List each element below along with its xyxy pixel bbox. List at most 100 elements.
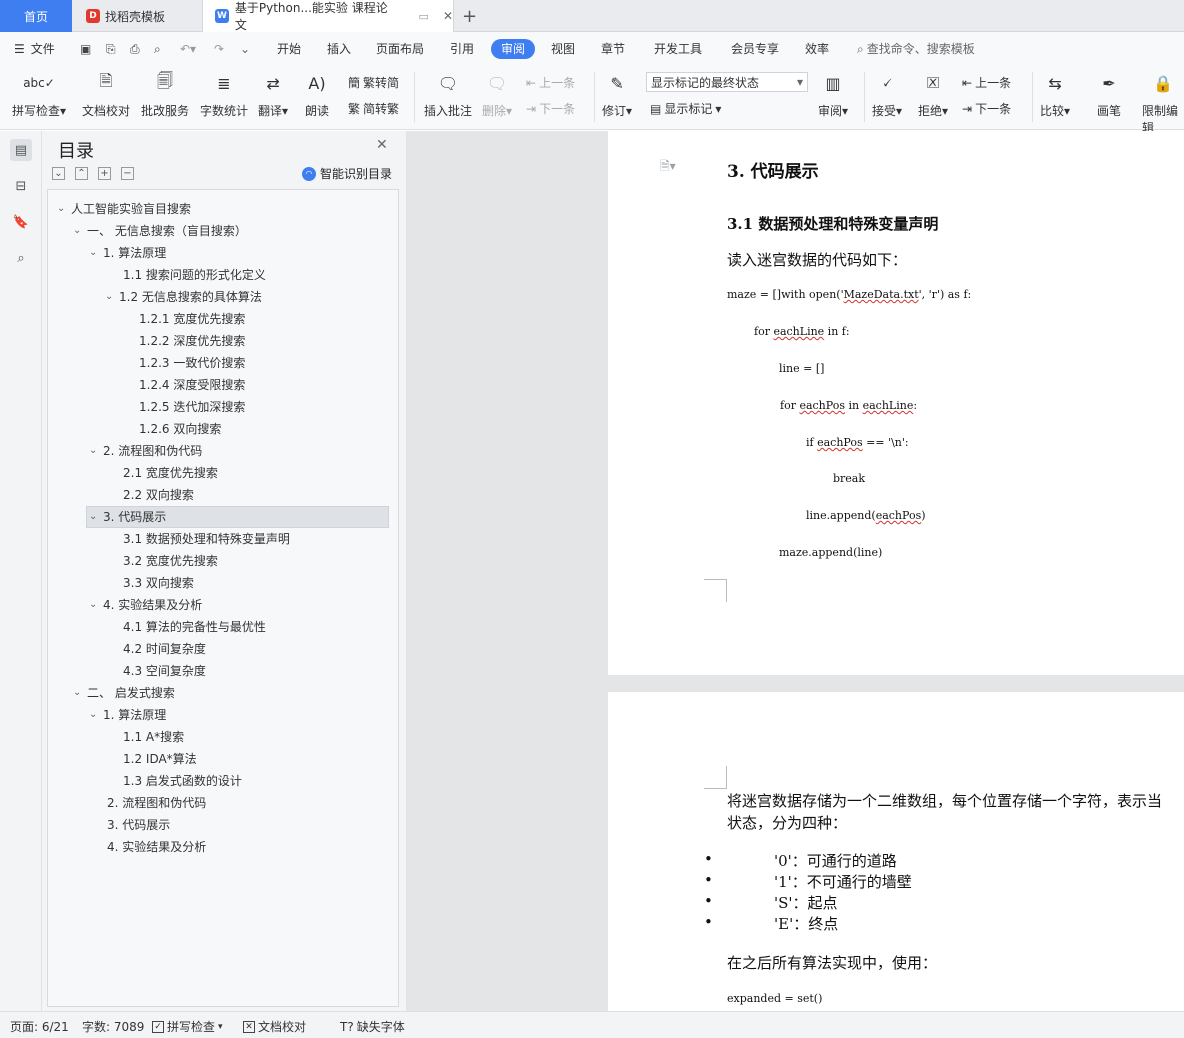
delete-comment-button[interactable]: 🗨 删除▾ [482, 70, 512, 119]
toc-item[interactable]: 4.1 算法的完备性与最优性 [123, 617, 266, 637]
menu-start[interactable]: 开始 [277, 39, 301, 59]
show-markup-button[interactable]: ▤ 显示标记 ▾ [650, 100, 721, 117]
toc-item[interactable]: 1.1 A*搜索 [123, 727, 184, 747]
menu-review[interactable]: 审阅 [491, 39, 536, 59]
toc-item[interactable]: 2.1 宽度优先搜索 [123, 463, 218, 483]
menu-chapter[interactable]: 章节 [601, 39, 625, 59]
tab-template[interactable]: D 找稻壳模板 [74, 0, 200, 32]
close-tab-icon[interactable]: ✕ [443, 9, 453, 23]
menu-efficiency[interactable]: 效率 [805, 39, 829, 59]
save-icon[interactable]: ▣ [80, 39, 91, 59]
file-menu[interactable]: ☰ 文件 [14, 39, 55, 59]
toc-item[interactable]: ⌄ 1. 算法原理 [89, 243, 166, 263]
code-line: line.append(eachPos) [806, 509, 926, 522]
read-aloud-button[interactable]: A) 朗读 [304, 70, 330, 119]
bookmark-icon[interactable]: 🔖 [10, 211, 32, 233]
pen-button[interactable]: ✒ 画笔 [1096, 70, 1122, 119]
toc-item[interactable]: 1.2.3 一致代价搜索 [139, 353, 245, 373]
toc-item[interactable]: 4.3 空间复杂度 [123, 661, 206, 681]
print-preview-icon[interactable]: ⌕ [154, 39, 161, 59]
tab-home[interactable]: 首页 [0, 0, 72, 32]
word-count[interactable]: 字数: 7089 [82, 1018, 144, 1035]
next-change-button[interactable]: ⇥ 下一条 [962, 100, 1011, 117]
menu-layout[interactable]: 页面布局 [376, 39, 424, 59]
toc-item[interactable]: ⌄ 人工智能实验盲目搜索 [57, 199, 191, 219]
word-count-button[interactable]: ≣ 字数统计 [200, 70, 248, 119]
toc-item[interactable]: ⌄ 2. 流程图和伪代码 [89, 441, 202, 461]
menu-view[interactable]: 视图 [551, 39, 575, 59]
pin-icon[interactable]: ▭ [419, 10, 429, 23]
accept-button[interactable]: 🗸 接受▾ [872, 70, 902, 119]
toc-item[interactable]: 4.2 时间复杂度 [123, 639, 206, 659]
more-icon[interactable]: ⌄ [240, 39, 250, 59]
export-pdf-icon[interactable]: ⎘ [106, 39, 116, 59]
tab-document[interactable]: W 基于Python...能实验 课程论文 ▭ ✕ [202, 0, 454, 32]
toc-item[interactable]: 1.3 启发式函数的设计 [123, 771, 242, 791]
paragraph-menu-icon[interactable]: 🗎▾ [660, 157, 676, 178]
trad-to-simp-label: 繁转简 [363, 76, 400, 90]
toc-item[interactable]: 3.1 数据预处理和特殊变量声明 [123, 529, 290, 549]
print-icon[interactable]: ⎙ [130, 39, 140, 59]
menu-member[interactable]: 会员专享 [731, 39, 779, 59]
translate-button[interactable]: ⇄ 翻译▾ [258, 70, 288, 119]
collapse-all-icon[interactable]: ⌄ [52, 167, 65, 180]
toc-item[interactable]: ⌄ 1.2 无信息搜索的具体算法 [105, 287, 262, 307]
menu-devtools[interactable]: 开发工具 [654, 39, 702, 59]
restrict-edit-button[interactable]: 🔒 限制编辑 [1142, 70, 1184, 136]
menu-reference[interactable]: 引用 [450, 39, 474, 59]
search-icon[interactable]: ⌕ [10, 247, 32, 269]
prev-comment-button[interactable]: ⇤ 上一条 [526, 74, 575, 91]
toc-item[interactable]: 3.3 双向搜索 [123, 573, 194, 593]
review-pane-button[interactable]: ▥ 审阅▾ [818, 70, 848, 119]
missing-font-button[interactable]: T? 缺失字体 [340, 1018, 405, 1035]
undo-icon[interactable]: ↶▾ [180, 39, 196, 59]
document-page[interactable]: 将迷宫数据存储为一个二维数组，每个位置存储一个字符，表示当 状态，分为四种： •… [608, 692, 1184, 1011]
spell-check-button[interactable]: abc✓ 拼写检查▾ [12, 70, 66, 119]
navigation-icon[interactable]: ⊟ [10, 175, 32, 197]
toc-item[interactable]: 2. 流程图和伪代码 [107, 793, 206, 813]
menu-insert[interactable]: 插入 [327, 39, 351, 59]
compare-label: 比较 [1040, 104, 1065, 118]
toc-item[interactable]: 2.2 双向搜索 [123, 485, 194, 505]
smart-toc-button[interactable]: ◠ 智能识别目录 [302, 165, 392, 182]
toc-item[interactable]: ⌄ 二、 启发式搜索 [73, 683, 175, 703]
toc-item[interactable]: 3.2 宽度优先搜索 [123, 551, 218, 571]
status-spell-check[interactable]: ✓ 拼写检查 ▾ [152, 1018, 223, 1035]
toc-item[interactable]: 1.2 IDA*算法 [123, 749, 197, 769]
expand-all-icon[interactable]: ⌃ [75, 167, 88, 180]
compare-button[interactable]: ⇆ 比较▾ [1040, 70, 1070, 119]
toc-item[interactable]: 4. 实验结果及分析 [107, 837, 206, 857]
toc-item[interactable]: 1.2.6 双向搜索 [139, 419, 221, 439]
next-comment-button[interactable]: ⇥ 下一条 [526, 100, 575, 117]
batch-service-button[interactable]: 🗐 批改服务 [141, 70, 189, 119]
markup-mode-select[interactable]: 显示标记的最终状态 ▾ [646, 72, 808, 92]
toc-item[interactable]: ⌄ 1. 算法原理 [89, 705, 166, 725]
toc-item[interactable]: 1.2.4 深度受限搜索 [139, 375, 245, 395]
toc-panel-icon[interactable]: ▤ [10, 139, 32, 161]
toc-item-label: 1.2.1 宽度优先搜索 [139, 312, 246, 326]
status-doc-check[interactable]: ✕ 文档校对 [243, 1018, 306, 1035]
simp-to-trad-button[interactable]: 繁简转繁 [348, 100, 399, 117]
toc-item[interactable]: 1.2.2 深度优先搜索 [139, 331, 245, 351]
doc-check-button[interactable]: 🗎 文档校对 [82, 70, 130, 119]
toc-item[interactable]: 1.2.5 迭代加深搜索 [139, 397, 245, 417]
page-indicator[interactable]: 页面: 6/21 [10, 1018, 69, 1035]
command-search[interactable]: ⌕ 查找命令、搜索模板 [857, 39, 975, 59]
redo-icon[interactable]: ↷ [214, 39, 224, 59]
toc-item[interactable]: 1.1 搜索问题的形式化定义 [123, 265, 266, 285]
toc-item[interactable]: 3. 代码展示 [107, 815, 170, 835]
demote-icon[interactable]: − [121, 167, 134, 180]
toc-item[interactable]: ⌄ 一、 无信息搜索（盲目搜索） [73, 221, 247, 241]
toc-item-selected[interactable]: ⌄ 3. 代码展示 [89, 507, 166, 527]
prev-change-button[interactable]: ⇤ 上一条 [962, 74, 1011, 91]
revise-button[interactable]: ✎ 修订▾ [602, 70, 632, 119]
insert-comment-button[interactable]: 🗨 插入批注 [424, 70, 472, 119]
document-page[interactable]: 🗎▾ 3. 代码展示 3.1 数据预处理和特殊变量声明 读入迷宫数据的代码如下：… [608, 131, 1184, 675]
toc-item[interactable]: 1.2.1 宽度优先搜索 [139, 309, 245, 329]
trad-to-simp-button[interactable]: 簡繁转简 [348, 74, 399, 91]
toc-item[interactable]: ⌄ 4. 实验结果及分析 [89, 595, 202, 615]
reject-button[interactable]: 🗵 拒绝▾ [918, 70, 948, 119]
close-icon[interactable]: ✕ [376, 137, 388, 153]
new-tab-icon[interactable]: + [462, 0, 477, 32]
promote-icon[interactable]: + [98, 167, 111, 180]
